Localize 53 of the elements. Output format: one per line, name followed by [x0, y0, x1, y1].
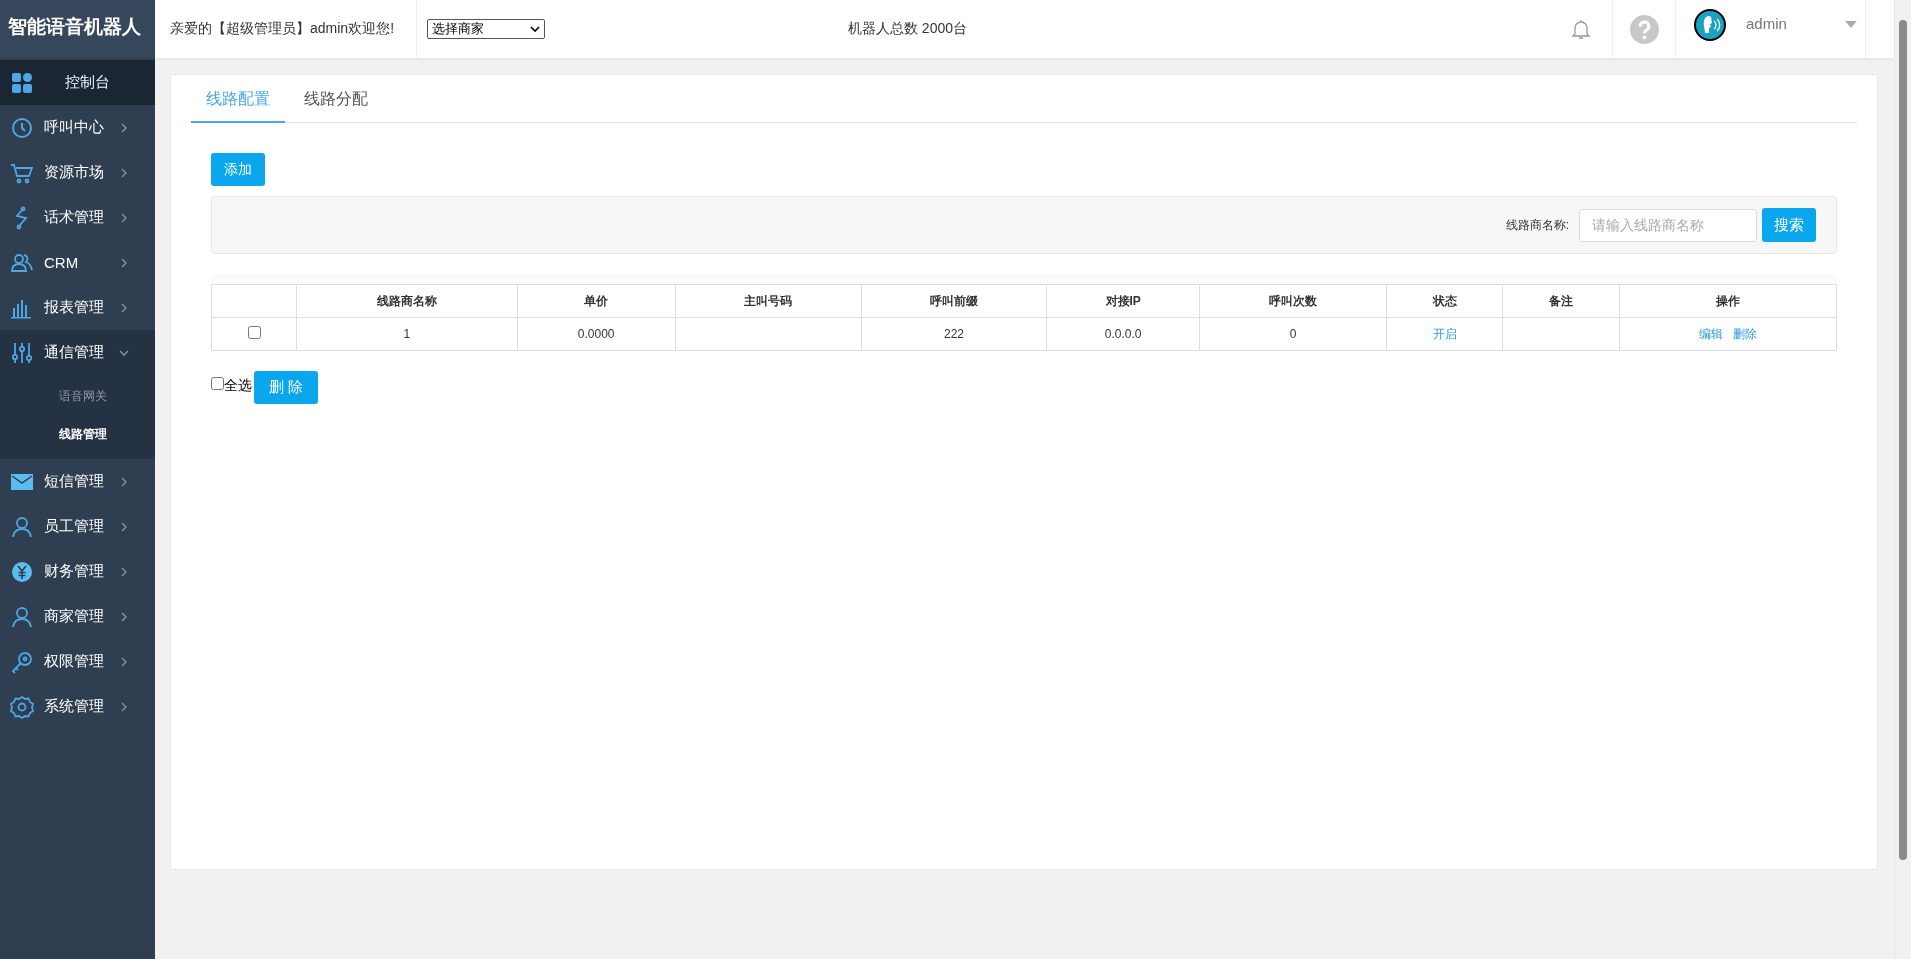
- robot-total-text: 机器人总数 2000台: [847, 20, 969, 38]
- sidebar-item[interactable]: 员工管理: [0, 504, 155, 549]
- notification-bell-icon[interactable]: [1569, 17, 1593, 41]
- yen-icon: [10, 559, 34, 584]
- user-name[interactable]: admin: [1746, 15, 1787, 32]
- column-header: 备注: [1502, 284, 1620, 318]
- table-cell: 222: [861, 317, 1047, 351]
- sidebar-item[interactable]: 系统管理: [0, 684, 155, 729]
- clock-icon: [10, 115, 34, 140]
- submenu-item[interactable]: 线路管理: [0, 415, 155, 453]
- gear-icon: [10, 694, 34, 719]
- search-label: 线路商名称:: [1505, 216, 1569, 234]
- welcome-text: 亲爱的【超级管理员】admin欢迎您!: [155, 0, 418, 58]
- sidebar-item[interactable]: 话术管理: [0, 195, 155, 240]
- column-header: 呼叫次数: [1199, 284, 1387, 318]
- column-header: 单价: [517, 284, 676, 318]
- row-checkbox[interactable]: [247, 326, 261, 339]
- table-cell: 1: [296, 317, 517, 351]
- key-icon: [10, 649, 34, 674]
- help-icon[interactable]: [1629, 14, 1659, 44]
- column-header: 主叫号码: [675, 284, 862, 318]
- select-all-checkbox[interactable]: [211, 377, 224, 390]
- person-icon: [10, 604, 34, 629]
- sidebar-item[interactable]: 权限管理: [0, 639, 155, 684]
- dropdown-caret-icon: [530, 24, 541, 34]
- avatar-icon[interactable]: [1694, 9, 1726, 41]
- table-cell: 0.0.0.0: [1046, 317, 1200, 351]
- submenu-item[interactable]: 语音网关: [0, 377, 155, 415]
- table-cell: 0: [1199, 317, 1387, 351]
- sidebar-item[interactable]: 控制台: [0, 60, 155, 105]
- sidebar-item[interactable]: CRM: [0, 240, 155, 285]
- app-logo: 智能语音机器人: [0, 0, 155, 58]
- person-icon: [10, 514, 34, 539]
- column-header: 呼叫前缀: [861, 284, 1047, 318]
- sidebar-item[interactable]: 财务管理: [0, 549, 155, 594]
- sidebar-item[interactable]: 商家管理: [0, 594, 155, 639]
- tab[interactable]: 线路分配: [289, 79, 383, 122]
- select-all-label: 全选: [224, 377, 252, 395]
- table-cell: 0.0000: [517, 317, 676, 351]
- sidebar-item[interactable]: 报表管理: [0, 285, 155, 330]
- sidebar-item[interactable]: 资源市场: [0, 150, 155, 195]
- merchant-select[interactable]: 选择商家: [427, 19, 546, 39]
- caret-icon[interactable]: [1844, 21, 1857, 28]
- column-header: 线路商名称: [296, 284, 517, 318]
- column-header: 对接IP: [1046, 284, 1200, 318]
- sidebar-item[interactable]: 短信管理: [0, 459, 155, 504]
- search-field[interactable]: 请输入线路商名称: [1579, 208, 1757, 242]
- dashboard-icon: [10, 70, 34, 95]
- sidebar-item[interactable]: 呼叫中心: [0, 105, 155, 150]
- sliders-icon: [10, 340, 34, 365]
- column-header: 状态: [1386, 284, 1503, 318]
- sidebar-item[interactable]: 通信管理: [0, 330, 155, 375]
- column-header: 操作: [1619, 284, 1837, 318]
